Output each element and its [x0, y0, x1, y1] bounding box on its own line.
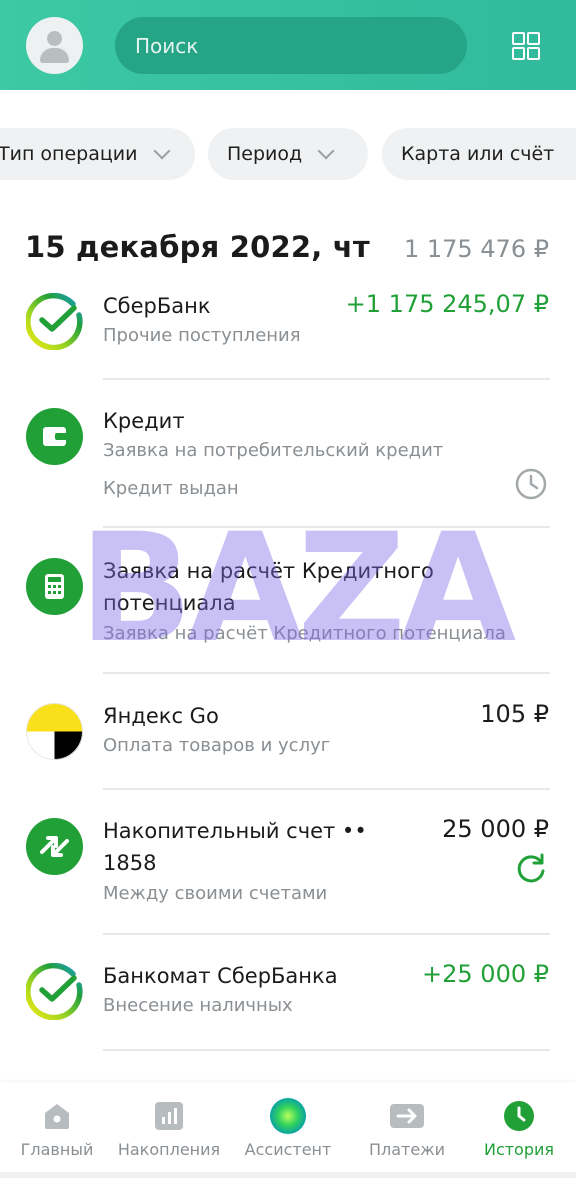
avatar-head [47, 31, 62, 46]
transaction-status: Кредит выдан [103, 478, 239, 499]
avatar[interactable] [26, 17, 83, 74]
chart-icon [153, 1100, 185, 1132]
transaction-subtitle: Между своими счетами [103, 883, 328, 904]
filter-card-account[interactable]: Карта или счёт [382, 128, 576, 180]
nav-item-assistant[interactable]: Ассистент [233, 1082, 343, 1178]
divider [103, 933, 550, 935]
transaction-name: Кредит [103, 409, 185, 433]
transaction-name: Яндекс Go [103, 704, 219, 728]
history-clock-icon [503, 1100, 535, 1132]
divider [103, 378, 550, 380]
chevron-down-icon [153, 142, 170, 160]
clock-icon [513, 466, 549, 502]
transaction-amount: +25 000 ₽ [422, 960, 549, 988]
transaction-name-line: 1858 [103, 851, 157, 875]
nav-item-history[interactable]: История [464, 1082, 574, 1178]
filter-label: Карта или счёт [401, 143, 555, 165]
day-total: 1 175 476 ₽ [403, 235, 549, 263]
transaction-amount: 105 ₽ [480, 700, 549, 728]
grid-icon[interactable] [512, 32, 540, 60]
transaction-amount: +1 175 245,07 ₽ [345, 290, 549, 318]
filter-operation-type[interactable]: Тип операции [0, 128, 195, 180]
filter-chips: Тип операции Период Карта или счёт [0, 128, 576, 182]
sber-logo-icon [25, 962, 83, 1021]
wallet-icon [26, 408, 83, 465]
home-icon [41, 1100, 73, 1132]
transfer-arrows-icon [26, 818, 83, 875]
transaction-name: Банкомат СберБанка [103, 964, 338, 988]
nav-label: Платежи [368, 1140, 446, 1159]
transaction-name: Накопительный счет •• 1858 [103, 815, 403, 879]
transaction-row[interactable]: Яндекс Go Оплата товаров и услуг 105 ₽ [0, 700, 576, 790]
divider [103, 788, 550, 790]
yandex-go-logo-icon [26, 703, 83, 760]
avatar-body [40, 48, 69, 63]
bottom-nav: Главный Накопления Ассистент Платежи Ист… [0, 1082, 576, 1178]
transaction-row[interactable]: СберБанк Прочие поступления +1 175 245,0… [0, 290, 576, 380]
nav-label: История [483, 1140, 555, 1159]
sber-logo-icon [25, 292, 83, 351]
filter-period[interactable]: Период [208, 128, 368, 180]
watermark: BAZA [78, 502, 516, 676]
transaction-subtitle: Прочие поступления [103, 325, 301, 346]
nav-label: Накопления [117, 1140, 221, 1159]
transaction-subtitle: Заявка на потребительский кредит [103, 440, 444, 461]
chevron-down-icon [317, 142, 335, 160]
filter-label: Период [227, 143, 303, 165]
nav-item-savings[interactable]: Накопления [114, 1082, 224, 1178]
transaction-row[interactable]: Накопительный счет •• 1858 Между своими … [0, 815, 576, 935]
nav-label: Ассистент [244, 1140, 332, 1159]
transaction-amount: 25 000 ₽ [442, 815, 549, 843]
transaction-name-line: Накопительный счет •• [103, 819, 367, 843]
assistant-orb-icon [269, 1097, 307, 1135]
nav-item-payments[interactable]: Платежи [352, 1082, 462, 1178]
transaction-subtitle: Внесение наличных [103, 995, 293, 1016]
refresh-icon [514, 851, 548, 885]
divider [103, 1049, 550, 1051]
transaction-subtitle: Оплата товаров и услуг [103, 735, 331, 756]
top-header: Поиск [0, 0, 576, 90]
nav-item-home[interactable]: Главный [2, 1082, 112, 1178]
transaction-row[interactable]: Банкомат СберБанка Внесение наличных +25… [0, 960, 576, 1052]
search-input[interactable]: Поиск [115, 17, 467, 74]
day-date: 15 декабря 2022, чт [25, 230, 370, 264]
filter-label: Тип операции [0, 143, 138, 165]
nav-label: Главный [20, 1140, 94, 1159]
payments-arrow-icon [389, 1100, 425, 1132]
system-bar [0, 1172, 576, 1178]
search-placeholder: Поиск [135, 33, 199, 58]
